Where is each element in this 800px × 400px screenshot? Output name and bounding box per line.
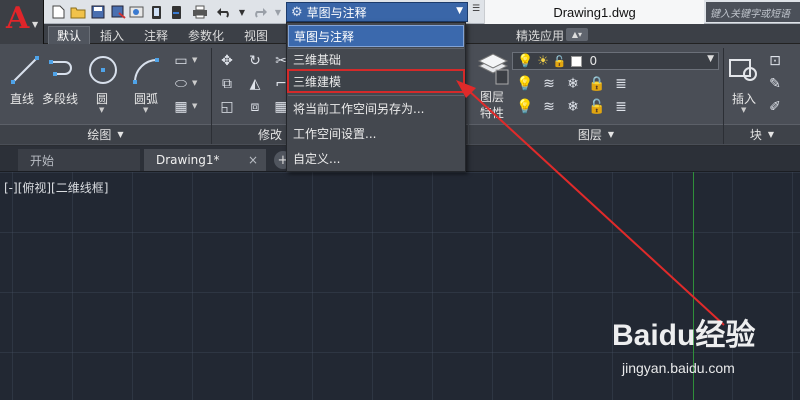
watermark-url: jingyan.baidu.com <box>622 360 735 376</box>
baidu-watermark: Baidu经验 jingyan.baidu.com <box>612 310 792 390</box>
watermark-brand: Baidu经验 <box>612 319 756 352</box>
